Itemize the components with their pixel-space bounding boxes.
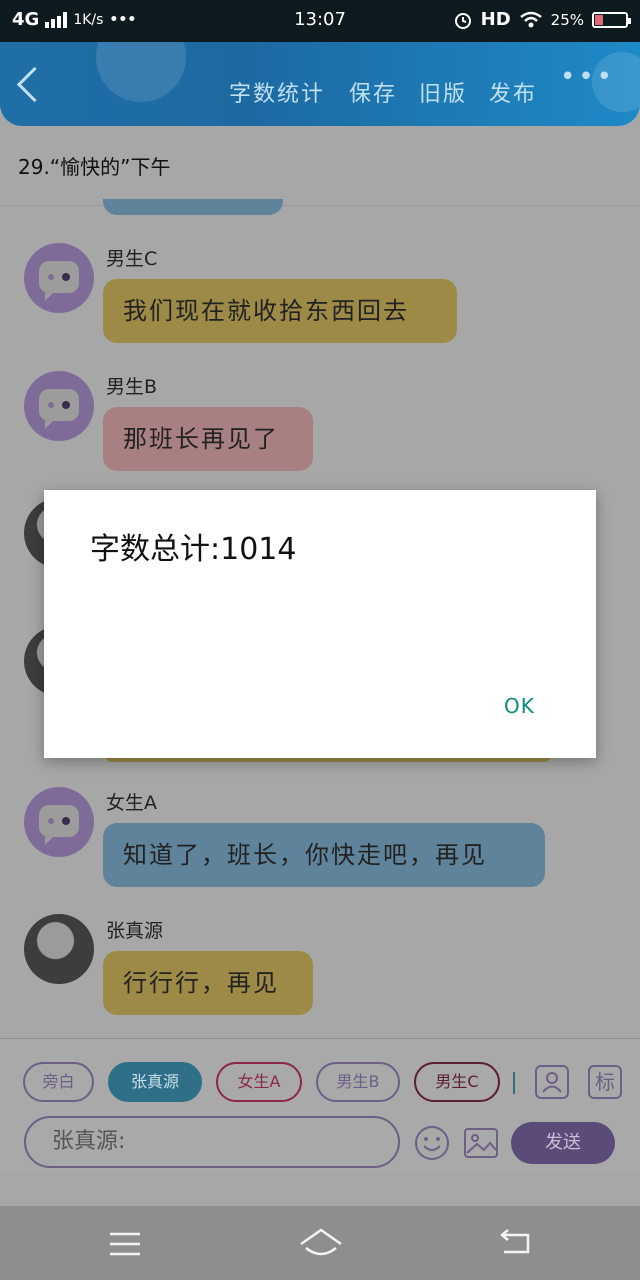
partial-message-bubble bbox=[103, 199, 283, 215]
alarm-icon bbox=[454, 12, 471, 29]
status-bar: 4G 1K/s ••• 13:07 HD 25% bbox=[0, 0, 640, 42]
sender-name: 张真源 bbox=[106, 920, 164, 942]
send-button[interactable]: 发送 bbox=[511, 1122, 615, 1164]
sender-name: 男生B bbox=[106, 376, 158, 398]
speech-bubble-icon bbox=[39, 389, 79, 429]
sender-name: 男生C bbox=[106, 248, 158, 270]
more-icon[interactable]: ••• bbox=[560, 62, 615, 92]
speech-bubble-icon bbox=[39, 261, 79, 301]
menu-icon[interactable] bbox=[108, 1230, 142, 1258]
tag-icon[interactable]: 标 bbox=[588, 1065, 622, 1099]
speech-bubble-icon bbox=[39, 805, 79, 845]
role-chip-female-a[interactable]: 女生A bbox=[216, 1062, 302, 1102]
old-version-button[interactable]: 旧版 bbox=[419, 76, 467, 108]
message-input[interactable]: 张真源: bbox=[24, 1116, 400, 1168]
status-right: HD 25% bbox=[453, 9, 631, 30]
message-bubble[interactable]: 行行行，再见 bbox=[103, 951, 313, 1015]
avatar-male-c[interactable] bbox=[24, 243, 94, 313]
message-bubble[interactable]: 知道了，班长，你快走吧，再见 bbox=[103, 823, 545, 887]
top-bar: 字数统计 保存 旧版 发布 ••• bbox=[0, 42, 640, 126]
divider bbox=[0, 205, 640, 206]
emoji-icon[interactable] bbox=[413, 1124, 451, 1162]
publish-button[interactable]: 发布 bbox=[489, 76, 537, 108]
avatar-male-b[interactable] bbox=[24, 371, 94, 441]
battery-level bbox=[595, 14, 603, 25]
navigation-bar bbox=[0, 1206, 640, 1280]
dialog-message: 字数总计:1014 bbox=[90, 532, 297, 567]
battery-percent: 25% bbox=[550, 10, 584, 29]
chapter-title: 29.“愉快的”下午 bbox=[18, 155, 171, 179]
ok-button[interactable]: OK bbox=[504, 694, 535, 718]
message-bubble[interactable]: 那班长再见了 bbox=[103, 407, 313, 471]
back-nav-icon[interactable] bbox=[498, 1226, 532, 1256]
word-count-dialog: 字数总计:1014 OK bbox=[44, 490, 596, 758]
avatar-zhang-zhenyuan[interactable] bbox=[24, 914, 94, 984]
hd-badge: HD bbox=[480, 9, 511, 30]
message-bubble[interactable]: 我们现在就收拾东西回去 bbox=[103, 279, 457, 343]
wifi-icon bbox=[519, 11, 542, 27]
role-chip-narrator[interactable]: 旁白 bbox=[23, 1062, 94, 1102]
decor-bubble bbox=[96, 42, 186, 102]
image-icon[interactable] bbox=[462, 1124, 500, 1162]
role-chip-male-b[interactable]: 男生B bbox=[316, 1062, 400, 1102]
role-scroll-indicator bbox=[513, 1072, 515, 1094]
sender-name: 女生A bbox=[106, 792, 157, 814]
role-chip-male-c[interactable]: 男生C bbox=[414, 1062, 500, 1102]
role-chip-zhang-zhenyuan[interactable]: 张真源 bbox=[108, 1062, 202, 1102]
person-icon[interactable] bbox=[535, 1065, 569, 1099]
avatar-female-a[interactable] bbox=[24, 787, 94, 857]
save-button[interactable]: 保存 bbox=[349, 76, 397, 108]
battery-icon bbox=[592, 11, 631, 28]
home-icon[interactable] bbox=[298, 1226, 344, 1260]
back-icon[interactable] bbox=[16, 66, 53, 103]
word-count-button[interactable]: 字数统计 bbox=[229, 76, 325, 108]
